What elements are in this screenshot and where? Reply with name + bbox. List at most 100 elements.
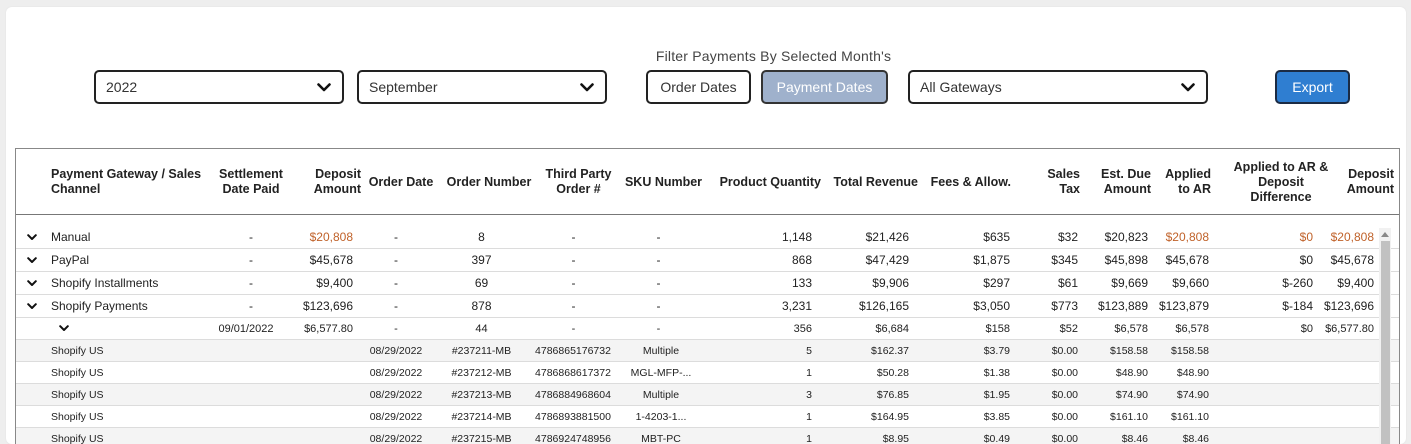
- chevron-down-icon[interactable]: [27, 249, 37, 271]
- settlement-row[interactable]: 09/01/2022 $6,577.80 - 44 - - 356 $6,684…: [16, 318, 1399, 340]
- order-row[interactable]: Shopify US 08/29/2022 #237213-MB 4786884…: [16, 384, 1399, 406]
- header-qty[interactable]: Product Quantity: [716, 149, 821, 215]
- header-sku[interactable]: SKU Number: [621, 149, 706, 215]
- order-number: #237215-MB: [451, 432, 512, 444]
- header-third-party[interactable]: Third Party Order #: [541, 149, 616, 215]
- payment-dates-button[interactable]: Payment Dates: [761, 70, 888, 104]
- table-row[interactable]: Shopify Installments - $9,400 - 69 - - 1…: [16, 272, 1399, 295]
- scroll-up-arrow-icon[interactable]: [1379, 228, 1391, 240]
- sales-tax: $61: [1057, 276, 1078, 290]
- year-select[interactable]: 2022: [94, 70, 344, 104]
- sales-tax: $0.00: [1051, 344, 1078, 357]
- sales-tax: $345: [1051, 253, 1078, 267]
- order-date: -: [394, 253, 398, 267]
- product-quantity: 5: [806, 344, 812, 357]
- deposit-amount-2: $6,577.80: [1325, 322, 1374, 335]
- est-due-amount: $20,823: [1104, 230, 1148, 244]
- scrollbar-thumb[interactable]: [1381, 241, 1390, 444]
- settlement-date: -: [249, 299, 253, 313]
- settlement-date: 09/01/2022: [218, 322, 274, 335]
- table-row[interactable]: PayPal - $45,678 - 397 - - 868 $47,429 $…: [16, 249, 1399, 272]
- third-party-order: -: [571, 276, 576, 290]
- header-tax[interactable]: Sales Tax: [1036, 149, 1080, 215]
- fees-allowances: $158: [985, 322, 1010, 335]
- header-est-due[interactable]: Est. Due Amount: [1086, 149, 1151, 215]
- settlement-date: -: [249, 230, 253, 244]
- order-dates-button[interactable]: Order Dates: [646, 70, 751, 104]
- header-diff[interactable]: Applied to AR & Deposit Difference: [1231, 149, 1331, 215]
- header-deposit-2[interactable]: Deposit Amount: [1336, 149, 1394, 215]
- header-order-number[interactable]: Order Number: [444, 149, 534, 215]
- sales-channel: Shopify US: [51, 432, 104, 444]
- header-applied[interactable]: Applied to AR: [1161, 149, 1211, 215]
- est-due-amount: $48.90: [1115, 366, 1148, 379]
- total-revenue: $6,684: [875, 322, 909, 335]
- ar-deposit-difference: $0: [1299, 253, 1313, 267]
- product-quantity: 3,231: [781, 299, 812, 313]
- est-due-amount: $8.46: [1121, 432, 1148, 444]
- product-quantity: 133: [791, 276, 812, 290]
- applied-to-ar: $158.58: [1171, 344, 1209, 357]
- product-quantity: 1,148: [781, 230, 812, 244]
- order-number: 69: [474, 276, 489, 290]
- ar-deposit-difference: $0: [1300, 322, 1313, 335]
- third-party-order: -: [571, 322, 576, 335]
- header-deposit[interactable]: Deposit Amount: [301, 149, 361, 215]
- sales-tax: $773: [1051, 299, 1078, 313]
- sales-channel: Shopify US: [51, 410, 104, 423]
- ar-deposit-difference: $-260: [1282, 276, 1313, 290]
- header-settlement[interactable]: Settlement Date Paid: [216, 149, 286, 215]
- order-row[interactable]: Shopify US 08/29/2022 #237214-MB 4786893…: [16, 406, 1399, 428]
- order-number: 44: [475, 322, 488, 335]
- order-number: 397: [471, 253, 492, 267]
- month-value: September: [369, 79, 438, 95]
- order-number: #237211-MB: [451, 344, 512, 357]
- settlement-date: -: [249, 253, 253, 267]
- order-number: #237213-MB: [451, 388, 512, 401]
- deposit-amount: $45,678: [309, 253, 353, 267]
- fees-allowances: $3,050: [973, 299, 1010, 313]
- order-row[interactable]: Shopify US 08/29/2022 #237215-MB 4786924…: [16, 428, 1399, 444]
- payments-table: Payment Gateway / Sales Channel Settleme…: [15, 148, 1400, 444]
- est-due-amount: $6,578: [1114, 322, 1148, 335]
- gateway-name: Shopify Installments: [51, 276, 159, 290]
- sales-tax: $0.00: [1051, 432, 1078, 444]
- deposit-amount: $6,577.80: [304, 322, 353, 335]
- month-select[interactable]: September: [357, 70, 607, 104]
- order-row[interactable]: Shopify US 08/29/2022 #237212-MB 4786868…: [16, 362, 1399, 384]
- chevron-down-icon: [579, 79, 595, 95]
- header-gateway[interactable]: Payment Gateway / Sales Channel: [51, 149, 211, 215]
- chevron-down-icon: [316, 79, 332, 95]
- sales-tax: $32: [1057, 230, 1078, 244]
- fees-allowances: $1.38: [983, 366, 1010, 379]
- product-quantity: 868: [791, 253, 812, 267]
- total-revenue: $164.95: [871, 410, 909, 423]
- gateway-select[interactable]: All Gateways: [908, 70, 1208, 104]
- payments-panel: Filter Payments By Selected Month's 2022…: [6, 7, 1406, 444]
- total-revenue: $21,426: [865, 230, 909, 244]
- est-due-amount: $161.10: [1110, 410, 1148, 423]
- sales-tax: $0.00: [1051, 388, 1078, 401]
- table-header: Payment Gateway / Sales Channel Settleme…: [16, 149, 1399, 215]
- total-revenue: $9,906: [872, 276, 909, 290]
- table-row[interactable]: Shopify Payments - $123,696 - 878 - - 3,…: [16, 295, 1399, 318]
- chevron-down-icon[interactable]: [27, 226, 37, 248]
- order-date: -: [394, 299, 398, 313]
- applied-to-ar: $9,660: [1172, 276, 1209, 290]
- chevron-down-icon[interactable]: [27, 272, 37, 294]
- order-row[interactable]: Shopify US 08/29/2022 #237211-MB 4786865…: [16, 340, 1399, 362]
- table-row[interactable]: Manual - $20,808 - 8 - - 1,148 $21,426 $…: [16, 226, 1399, 249]
- order-date: 08/29/2022: [369, 366, 423, 379]
- export-button[interactable]: Export: [1275, 70, 1350, 104]
- third-party-order: 4786865176732: [535, 344, 611, 357]
- header-order-date[interactable]: Order Date: [366, 149, 436, 215]
- header-revenue[interactable]: Total Revenue: [826, 149, 918, 215]
- header-fees[interactable]: Fees & Allow.: [921, 149, 1011, 215]
- order-number: 878: [471, 299, 492, 313]
- chevron-down-icon[interactable]: [27, 295, 37, 317]
- total-revenue: $76.85: [876, 388, 909, 401]
- chevron-down-icon[interactable]: [59, 318, 69, 339]
- product-quantity: 1: [806, 366, 812, 379]
- sales-channel: Shopify US: [51, 344, 104, 357]
- deposit-amount-2: $9,400: [1337, 276, 1374, 290]
